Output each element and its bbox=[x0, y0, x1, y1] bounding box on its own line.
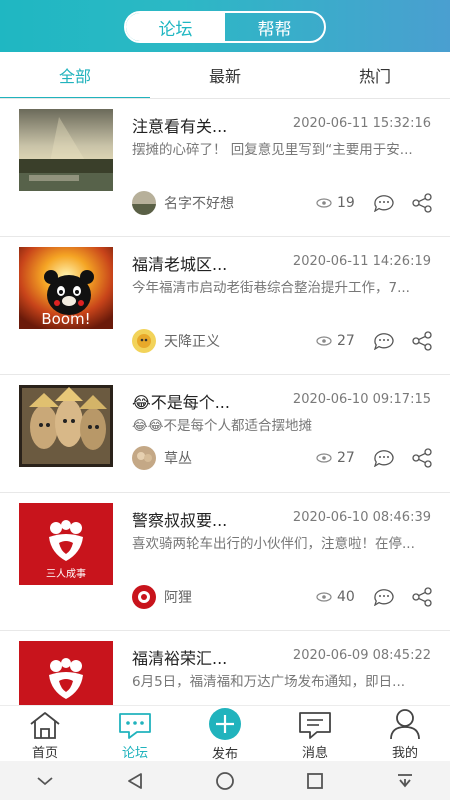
comment-icon[interactable] bbox=[372, 446, 396, 470]
post-thumbnail[interactable]: Boom! bbox=[19, 247, 113, 329]
back-triangle-icon bbox=[128, 772, 142, 789]
post-thumbnail[interactable] bbox=[19, 109, 113, 191]
post-item[interactable]: 三人成事 警察叔叔要... 2020-06-10 08:46:39 喜欢骑两轮车… bbox=[0, 493, 450, 631]
post-item[interactable]: Boom! 福清老城区... 2020-06-11 14:26:19 今年福清市… bbox=[0, 237, 450, 375]
nav-label: 我的 bbox=[391, 746, 418, 761]
circle-icon bbox=[216, 771, 234, 790]
post-thumbnail[interactable] bbox=[19, 385, 113, 467]
post-author[interactable]: 阿狸 bbox=[132, 585, 192, 609]
nav-label: 首页 bbox=[31, 746, 58, 761]
author-name: 名字不好想 bbox=[164, 196, 234, 212]
author-name: 草丛 bbox=[164, 451, 192, 467]
nav-mine[interactable]: 我的 bbox=[360, 706, 450, 761]
avatar bbox=[132, 446, 156, 470]
segment-control: 论坛 帮帮 bbox=[124, 11, 326, 43]
post-title[interactable]: 😂不是每个... bbox=[132, 389, 230, 413]
nav-forum[interactable]: 论坛 bbox=[90, 706, 180, 761]
post-excerpt: 喜欢骑两轮车出行的小伙伴们，注意啦！在停... bbox=[132, 536, 415, 552]
home-icon bbox=[28, 707, 62, 740]
post-item[interactable]: 注意看有关... 2020-06-11 15:32:16 摆摊的心碎了！ 回复意… bbox=[0, 99, 450, 237]
nav-label: 消息 bbox=[301, 746, 328, 761]
view-count: 27 bbox=[316, 450, 355, 466]
nav-messages[interactable]: 消息 bbox=[270, 706, 360, 761]
view-count: 19 bbox=[316, 195, 355, 211]
author-name: 天降正义 bbox=[164, 334, 220, 350]
nav-label: 发布 bbox=[211, 747, 238, 762]
post-author[interactable]: 名字不好想 bbox=[132, 191, 234, 215]
view-count-value: 27 bbox=[337, 450, 355, 466]
share-icon[interactable] bbox=[410, 329, 434, 353]
share-icon[interactable] bbox=[410, 585, 434, 609]
plus-circle-icon bbox=[207, 707, 243, 741]
post-thumbnail[interactable] bbox=[19, 641, 113, 705]
post-title[interactable]: 福清裕荣汇... bbox=[132, 645, 227, 669]
share-icon[interactable] bbox=[410, 191, 434, 215]
comment-icon[interactable] bbox=[372, 585, 396, 609]
view-count-value: 40 bbox=[337, 589, 355, 605]
avatar bbox=[132, 585, 156, 609]
post-excerpt: 摆摊的心碎了！ 回复意见里写到“主要用于安... bbox=[132, 142, 413, 158]
comment-icon[interactable] bbox=[372, 329, 396, 353]
eye-icon bbox=[316, 336, 332, 346]
post-thumbnail[interactable]: 三人成事 bbox=[19, 503, 113, 585]
square-icon bbox=[307, 772, 323, 789]
view-count-value: 19 bbox=[337, 195, 355, 211]
post-item[interactable]: 福清裕荣汇... 2020-06-09 08:45:22 6月5日，福清福和万达… bbox=[0, 631, 450, 705]
post-title[interactable]: 警察叔叔要... bbox=[132, 507, 227, 531]
nav-label: 论坛 bbox=[121, 746, 148, 761]
post-date: 2020-06-11 15:32:16 bbox=[292, 116, 431, 131]
post-title[interactable]: 福清老城区... bbox=[132, 251, 227, 275]
chevron-down-icon bbox=[37, 776, 53, 785]
post-date: 2020-06-11 14:26:19 bbox=[292, 254, 431, 269]
eye-icon bbox=[316, 453, 332, 463]
avatar bbox=[132, 191, 156, 215]
post-feed[interactable]: 注意看有关... 2020-06-11 15:32:16 摆摊的心碎了！ 回复意… bbox=[0, 99, 450, 705]
tab-all[interactable]: 全部 bbox=[0, 52, 150, 100]
sub-tabs: 全部 最新 热门 bbox=[0, 52, 450, 100]
segment-forum[interactable]: 论坛 bbox=[126, 13, 225, 41]
post-excerpt: 今年福清市启动老街巷综合整治提升工作，7... bbox=[132, 280, 410, 296]
post-excerpt: 6月5日，福清福和万达广场发布通知，即日... bbox=[132, 674, 406, 690]
avatar bbox=[132, 329, 156, 353]
tab-latest[interactable]: 最新 bbox=[150, 52, 300, 98]
boom-text: Boom! bbox=[41, 310, 90, 328]
top-header: 论坛 帮帮 bbox=[0, 0, 450, 52]
logo-text: 三人成事 bbox=[46, 567, 86, 580]
nav-home[interactable]: 首页 bbox=[0, 706, 90, 761]
author-name: 阿狸 bbox=[164, 590, 192, 606]
post-excerpt: 😂😂不是每个人都适合摆地摊 bbox=[132, 418, 313, 434]
segment-help[interactable]: 帮帮 bbox=[225, 13, 324, 41]
notification-pull-button[interactable] bbox=[360, 761, 450, 800]
eye-icon bbox=[316, 198, 332, 208]
tab-hot[interactable]: 热门 bbox=[300, 52, 450, 98]
nav-publish[interactable]: 发布 bbox=[180, 706, 270, 762]
bottom-nav: 首页 论坛 发布 消息 我的 bbox=[0, 705, 450, 762]
view-count-value: 27 bbox=[337, 333, 355, 349]
post-date: 2020-06-10 09:17:15 bbox=[292, 392, 431, 407]
share-icon[interactable] bbox=[410, 446, 434, 470]
post-date: 2020-06-10 08:46:39 bbox=[292, 510, 431, 525]
forum-chat-icon bbox=[117, 707, 153, 740]
comment-icon[interactable] bbox=[372, 191, 396, 215]
view-count: 40 bbox=[316, 589, 355, 605]
recents-button[interactable] bbox=[270, 761, 360, 800]
user-icon bbox=[388, 707, 422, 740]
post-item[interactable]: 😂不是每个... 2020-06-10 09:17:15 😂😂不是每个人都适合摆… bbox=[0, 375, 450, 493]
system-nav-bar bbox=[0, 761, 450, 800]
post-title[interactable]: 注意看有关... bbox=[132, 113, 227, 137]
hide-nav-button[interactable] bbox=[0, 761, 90, 800]
view-count: 27 bbox=[316, 333, 355, 349]
post-author[interactable]: 草丛 bbox=[132, 446, 192, 470]
post-author[interactable]: 天降正义 bbox=[132, 329, 220, 353]
pull-down-icon bbox=[398, 773, 412, 787]
home-button[interactable] bbox=[180, 761, 270, 800]
eye-icon bbox=[316, 592, 332, 602]
message-icon bbox=[297, 707, 333, 740]
back-button[interactable] bbox=[90, 761, 180, 800]
post-date: 2020-06-09 08:45:22 bbox=[292, 648, 431, 663]
